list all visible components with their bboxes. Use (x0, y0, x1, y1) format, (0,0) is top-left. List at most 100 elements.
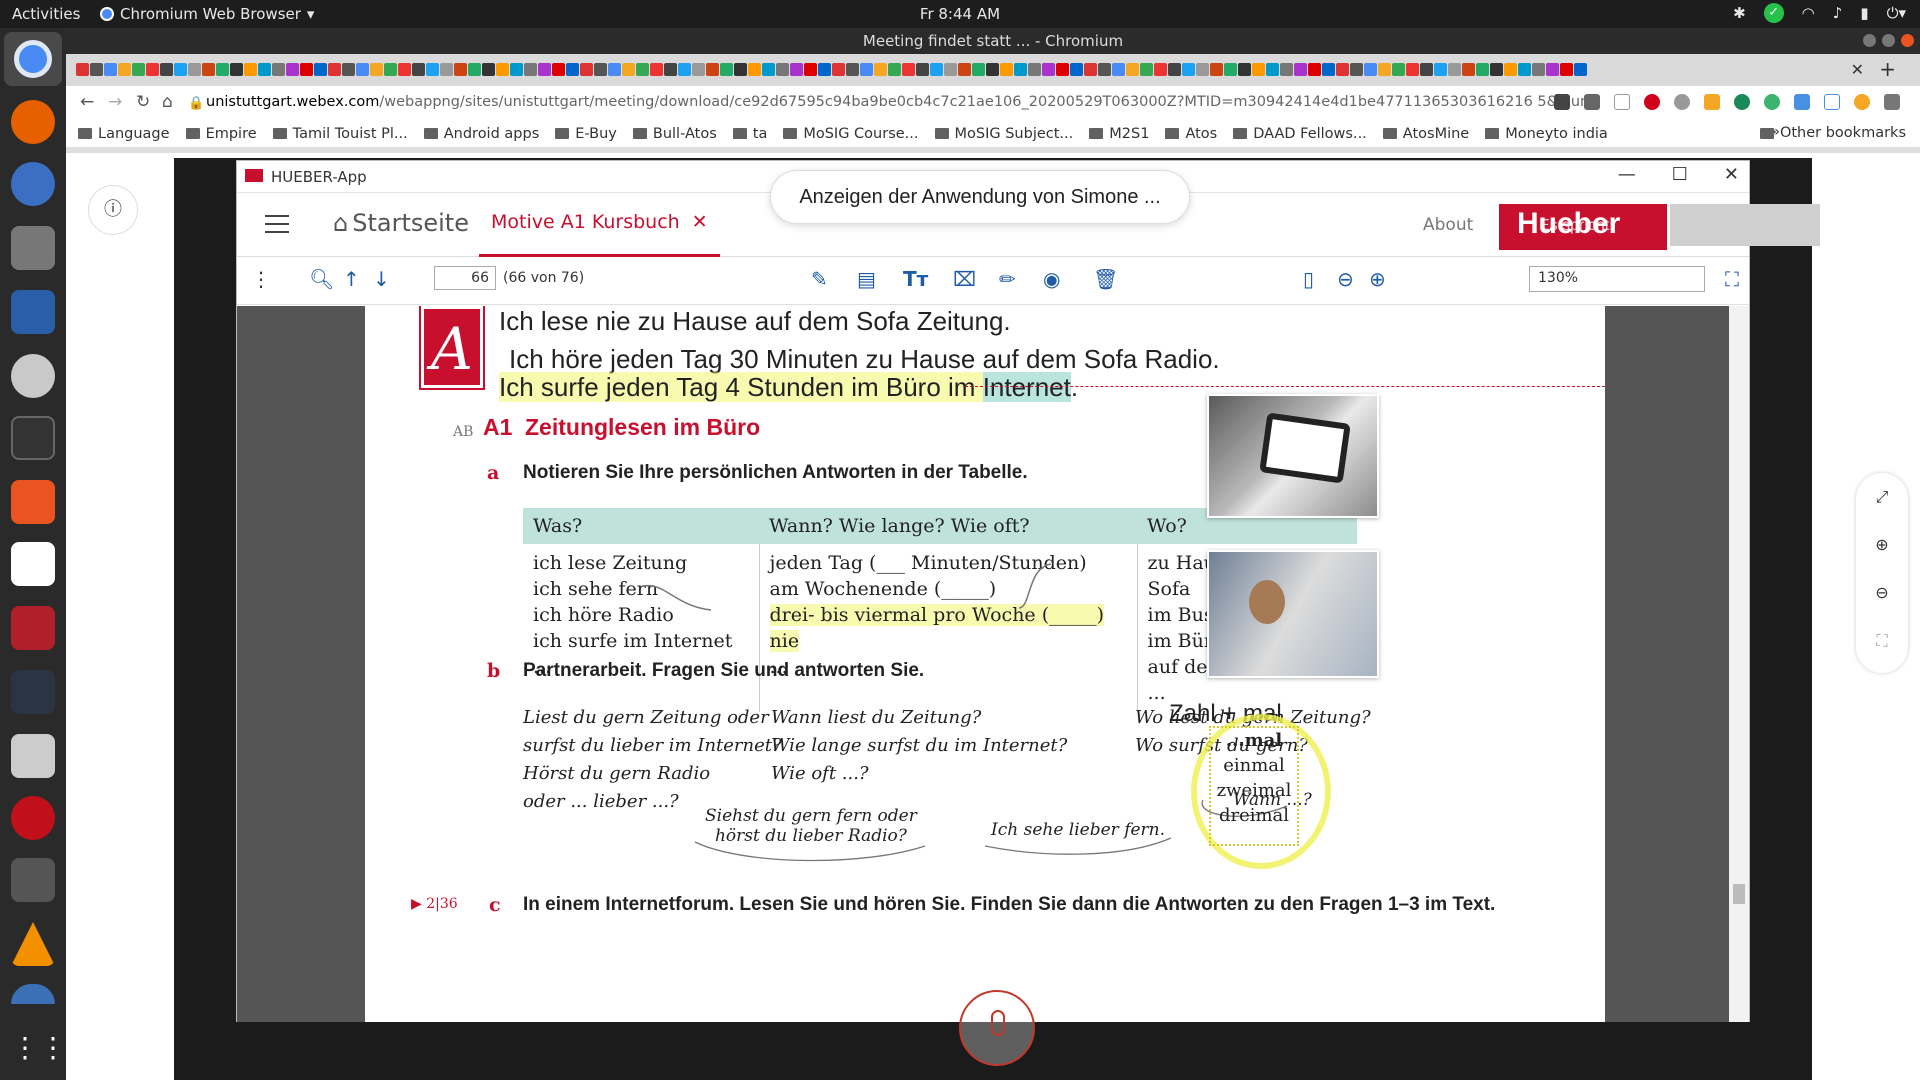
tab-favicons[interactable] (76, 63, 1587, 76)
dock-firefox-icon[interactable] (11, 100, 55, 144)
tab-favicon[interactable] (482, 63, 495, 76)
tab-favicon[interactable] (692, 63, 705, 76)
next-page-icon[interactable]: ↓ (373, 267, 390, 291)
volume-icon[interactable]: ♪ (1833, 4, 1843, 22)
tab-favicon[interactable] (1476, 63, 1489, 76)
tab-favicon[interactable] (496, 63, 509, 76)
text-box-icon[interactable]: ⌧ (953, 267, 976, 291)
tab-favicon[interactable] (510, 63, 523, 76)
close-icon[interactable]: ✕ (1724, 164, 1739, 185)
zoom-out-icon[interactable]: ⊖ (1337, 267, 1354, 291)
tab-favicon[interactable] (412, 63, 425, 76)
tab-favicon[interactable] (538, 63, 551, 76)
tab-favicon[interactable] (818, 63, 831, 76)
tab-favicon[interactable] (370, 63, 383, 76)
activities-button[interactable]: Activities (12, 5, 80, 23)
tab-favicon[interactable] (748, 63, 761, 76)
tab-favicon[interactable] (118, 63, 131, 76)
dock-amazon-icon[interactable] (11, 542, 55, 586)
tab-favicon[interactable] (678, 63, 691, 76)
dock-chromium-icon[interactable] (4, 32, 62, 86)
tab-favicon[interactable] (1140, 63, 1153, 76)
tab-favicon[interactable] (790, 63, 803, 76)
tab-favicon[interactable] (1196, 63, 1209, 76)
tab-favicon[interactable] (1154, 63, 1167, 76)
tab-favicon[interactable] (1014, 63, 1027, 76)
tab-favicon[interactable] (580, 63, 593, 76)
reload-icon[interactable]: ↻ (136, 92, 150, 112)
tab-favicon[interactable] (90, 63, 103, 76)
tab-favicon[interactable] (1532, 63, 1545, 76)
fit-icon[interactable]: ⛶ (1856, 617, 1908, 665)
dock-camera-icon[interactable] (11, 734, 55, 778)
tab-favicon[interactable] (1266, 63, 1279, 76)
tab-favicon[interactable] (734, 63, 747, 76)
tab-favicon[interactable] (552, 63, 565, 76)
system-tray[interactable]: ✱ ✓ ◠ ♪ ▮ ⏻▾ (1733, 3, 1906, 23)
tab-favicon[interactable] (1490, 63, 1503, 76)
close-tab-icon[interactable]: ✕ (1851, 60, 1864, 79)
info-icon[interactable]: ⓘ (88, 185, 138, 235)
tab-favicon[interactable] (622, 63, 635, 76)
tab-favicon[interactable] (1364, 63, 1377, 76)
new-tab-button[interactable]: + (1879, 57, 1896, 81)
tab-favicon[interactable] (650, 63, 663, 76)
fullscreen-icon[interactable]: ⛶ (1725, 267, 1739, 291)
tab-favicon[interactable] (1308, 63, 1321, 76)
bookmark-item[interactable]: Language (78, 126, 170, 142)
tab-favicon[interactable] (216, 63, 229, 76)
dock-software-icon[interactable] (11, 480, 55, 524)
tab-favicon[interactable] (1084, 63, 1097, 76)
app-menu[interactable]: Chromium Web Browser ▾ (100, 5, 314, 23)
tab-favicon[interactable] (888, 63, 901, 76)
bookmark-item[interactable]: Tamil Touist Pl... (272, 126, 408, 142)
tab-favicon[interactable] (426, 63, 439, 76)
bookmark-item[interactable]: Bull-Atos (632, 126, 717, 142)
tab-favicon[interactable] (1112, 63, 1125, 76)
tab-favicon[interactable] (1224, 63, 1237, 76)
expand-icon[interactable]: ⤢ (1856, 473, 1908, 521)
wifi-icon[interactable]: ◠ (1802, 4, 1815, 22)
tab-favicon[interactable] (1504, 63, 1517, 76)
bookmark-item[interactable]: E-Buy (555, 126, 617, 142)
tab-favicon[interactable] (1182, 63, 1195, 76)
zoom-input[interactable]: 130% (1529, 266, 1705, 292)
lock-icon[interactable]: 🔒 (188, 96, 204, 111)
home-tab[interactable]: ⌂ Startseite (333, 209, 469, 237)
dock-app-icon-partial[interactable] (11, 984, 55, 1004)
hide-annotations-icon[interactable]: ◉ (1043, 267, 1060, 291)
scroll-thumb[interactable] (1733, 884, 1745, 904)
tab-favicon[interactable] (1462, 63, 1475, 76)
tab-favicon[interactable] (1294, 63, 1307, 76)
tab-favicon[interactable] (1448, 63, 1461, 76)
tab-favicon[interactable] (1042, 63, 1055, 76)
bookmark-item[interactable]: ta (732, 126, 767, 142)
maximize-icon[interactable]: ☐ (1672, 164, 1688, 185)
tab-favicon[interactable] (1350, 63, 1363, 76)
about-link[interactable]: About (1423, 215, 1473, 235)
tab-favicon[interactable] (314, 63, 327, 76)
tab-favicon[interactable] (636, 63, 649, 76)
bluetooth-icon[interactable]: ✱ (1733, 4, 1746, 22)
tab-favicon[interactable] (104, 63, 117, 76)
power-menu-icon[interactable]: ⏻▾ (1887, 4, 1906, 22)
tab-favicon[interactable] (566, 63, 579, 76)
book-tab[interactable]: Motive A1 Kursbuch ✕ (479, 193, 720, 257)
pen-icon[interactable]: ✏ (999, 267, 1016, 291)
bookmark-item[interactable]: Atos (1165, 126, 1217, 142)
back-icon[interactable]: ← (80, 92, 94, 112)
bookmark-item[interactable]: AtosMine (1382, 126, 1469, 142)
page-input[interactable]: 66 (434, 266, 496, 290)
tab-favicon[interactable] (986, 63, 999, 76)
minimize-button[interactable] (1863, 34, 1876, 47)
tab-favicon[interactable] (1420, 63, 1433, 76)
tab-favicon[interactable] (1098, 63, 1111, 76)
bookmark-item[interactable]: MoSIG Subject... (934, 126, 1073, 142)
tab-favicon[interactable] (608, 63, 621, 76)
tab-favicon[interactable] (1546, 63, 1559, 76)
dock-writer-icon[interactable] (11, 290, 55, 334)
dock-files-icon[interactable] (11, 226, 55, 270)
tab-favicon[interactable] (272, 63, 285, 76)
tab-favicon[interactable] (902, 63, 915, 76)
minimize-icon[interactable]: — (1618, 164, 1636, 185)
